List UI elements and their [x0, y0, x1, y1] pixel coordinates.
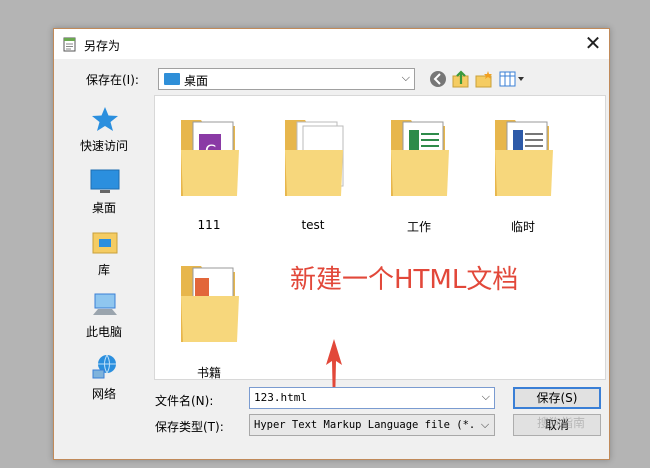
place-network[interactable]: 网络 [60, 349, 148, 407]
folder-item-111[interactable]: C 111 [169, 110, 249, 232]
save-button[interactable]: 保存(S) [513, 387, 601, 409]
computer-icon [93, 293, 117, 315]
location-value: 桌面 [184, 74, 209, 88]
place-desktop[interactable]: 桌面 [60, 163, 148, 221]
folder-icon: PDF F [181, 266, 239, 342]
title-bar: 另存为 ✕ [54, 29, 609, 59]
chevron-down-icon: ⌵ [401, 71, 410, 84]
folder-item-work[interactable]: 工作 [379, 110, 459, 234]
place-label: 此电脑 [85, 325, 122, 339]
filetype-value: Hyper Text Markup Language file (*.ht [254, 419, 488, 431]
places-sidebar: 快速访问 桌面 库 此电脑 网络 [60, 93, 148, 403]
back-icon[interactable] [429, 70, 447, 88]
place-label: 桌面 [91, 201, 116, 215]
watermark: 搜狗指南 [536, 416, 585, 430]
up-folder-icon[interactable] [452, 70, 470, 88]
folder-icon [495, 120, 553, 196]
notepad-icon [63, 37, 76, 52]
filetype-dropdown[interactable]: Hyper Text Markup Language file (*.ht ⌵ [249, 414, 495, 436]
desktop-icon [90, 169, 120, 193]
folder-icon: C [181, 120, 239, 196]
savein-label: 保存在(I): [86, 73, 139, 87]
file-list: C 111 test 工作 [154, 95, 606, 380]
chevron-down-icon: ⌵ [476, 415, 494, 435]
place-this-pc[interactable]: 此电脑 [60, 287, 148, 345]
folder-name: 工作 [406, 220, 431, 234]
close-button[interactable]: ✕ [581, 32, 605, 56]
place-quick-access[interactable]: 快速访问 [60, 101, 148, 159]
filename-value: 123.html [254, 391, 307, 404]
folder-item-test[interactable]: test [273, 110, 353, 232]
place-label: 快速访问 [79, 139, 128, 153]
filename-input[interactable]: 123.html ⌵ [249, 387, 495, 409]
network-icon [92, 354, 116, 379]
filename-label: 文件名(N): [155, 394, 214, 408]
location-dropdown[interactable]: 桌面 ⌵ [158, 68, 415, 90]
dialog-title: 另存为 [84, 39, 121, 53]
folder-item-temp[interactable]: 临时 [483, 110, 563, 234]
annotation-text: 新建一个HTML文档 [290, 265, 519, 295]
folder-name: test [301, 218, 325, 232]
filetype-label: 保存类型(T): [155, 420, 224, 434]
library-icon [92, 232, 118, 254]
folder-item-books[interactable]: PDF F 书籍 [169, 256, 249, 380]
folder-icon [285, 120, 344, 196]
chevron-down-icon[interactable]: ⌵ [482, 390, 490, 404]
folder-name: 书籍 [196, 366, 221, 380]
close-icon: ✕ [584, 31, 602, 55]
folder-icon [391, 120, 449, 196]
save-as-dialog: 另存为 ✕ 保存在(I): 桌面 ⌵ 快速访问 桌面 库 此电脑 网络 111 … [53, 28, 610, 460]
desktop-folder-icon [164, 73, 180, 85]
view-menu-icon[interactable] [499, 70, 525, 88]
folder-name: 111 [197, 218, 221, 232]
place-library[interactable]: 库 [60, 225, 148, 283]
place-label: 库 [97, 263, 110, 277]
place-label: 网络 [91, 387, 116, 401]
star-icon [92, 107, 118, 131]
folder-name: 临时 [510, 220, 535, 234]
new-folder-icon[interactable] [475, 70, 493, 88]
